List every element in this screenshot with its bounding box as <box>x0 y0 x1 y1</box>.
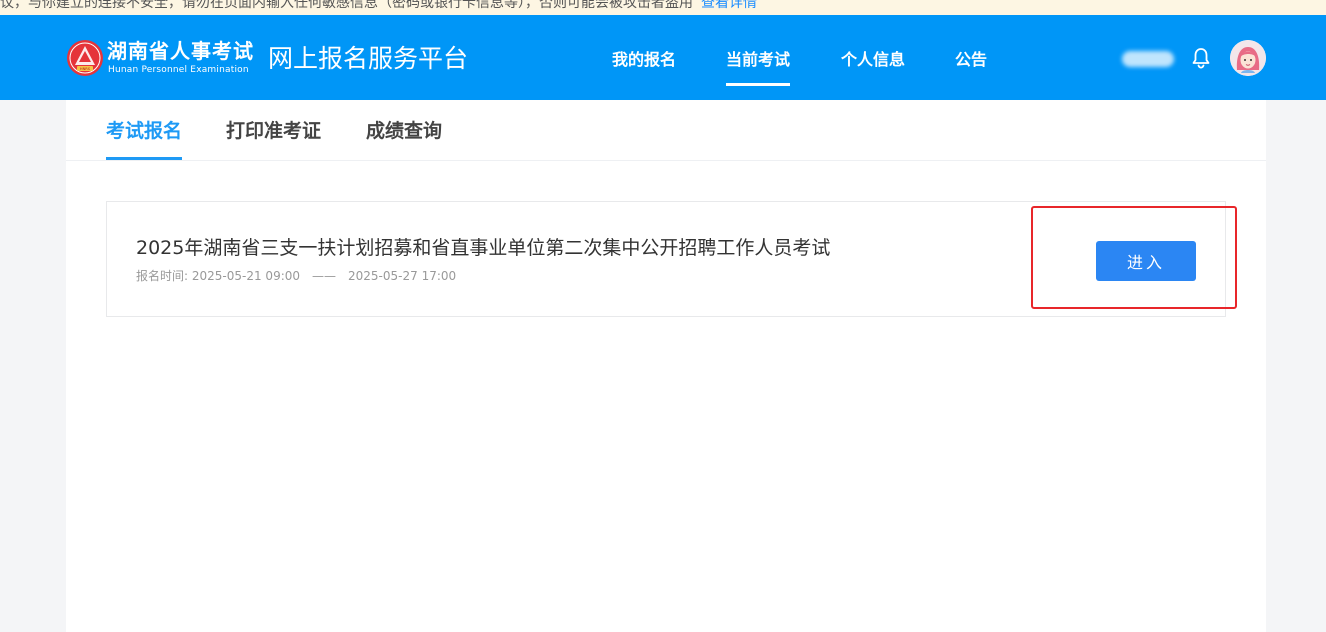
time-separator: —— <box>312 269 337 283</box>
nav-announcements[interactable]: 公告 <box>955 50 987 70</box>
top-header: HNRS 湖南省人事考试 Hunan Personnel Examination… <box>0 15 1326 100</box>
time-end: 2025-05-27 17:00 <box>348 269 457 283</box>
logo-subtitle: Hunan Personnel Examination <box>108 65 249 75</box>
platform-name: 网上报名服务平台 <box>268 44 469 73</box>
notice-text: 议，与你建立的连接不安全，请勿在页面内输入任何敏感信息（密码或银行卡信息等），否… <box>0 0 693 11</box>
time-start: 2025-05-21 09:00 <box>191 269 301 283</box>
logo-title: 湖南省人事考试 <box>107 39 254 63</box>
exam-registration-time: 报名时间: 2025-05-21 09:00 —— 2025-05-27 17:00 <box>136 268 456 284</box>
tab-exam-registration[interactable]: 考试报名 <box>106 119 183 160</box>
notice-details-link[interactable]: 查看详情 <box>701 0 757 11</box>
nav-personal-info[interactable]: 个人信息 <box>841 50 905 70</box>
security-notice-bar: 议，与你建立的连接不安全，请勿在页面内输入任何敏感信息（密码或银行卡信息等），否… <box>0 0 1326 15</box>
time-label: 报名时间: <box>136 269 189 283</box>
user-name-blurred[interactable]: 用户 <box>1122 51 1174 67</box>
avatar-icon <box>1230 40 1266 76</box>
exam-title: 2025年湖南省三支一扶计划招募和省直事业单位第二次集中公开招聘工作人员考试 <box>136 237 831 259</box>
bell-icon[interactable] <box>1189 46 1213 70</box>
logo-badge-text: HNRS <box>80 67 91 71</box>
tab-print-admission-ticket[interactable]: 打印准考证 <box>226 119 321 143</box>
tab-score-query[interactable]: 成绩查询 <box>366 119 442 143</box>
enter-button[interactable]: 进入 <box>1096 241 1196 281</box>
sub-tabs: 考试报名 打印准考证 成绩查询 <box>66 100 1266 161</box>
nav-my-registration[interactable]: 我的报名 <box>612 50 676 70</box>
main-panel: 考试报名 打印准考证 成绩查询 2025年湖南省三支一扶计划招募和省直事业单位第… <box>66 100 1266 632</box>
exam-card: 2025年湖南省三支一扶计划招募和省直事业单位第二次集中公开招聘工作人员考试 报… <box>106 201 1226 317</box>
avatar[interactable] <box>1230 40 1266 76</box>
nav-current-exams[interactable]: 当前考试 <box>726 50 791 86</box>
emblem-logo-icon[interactable]: HNRS <box>66 39 104 77</box>
